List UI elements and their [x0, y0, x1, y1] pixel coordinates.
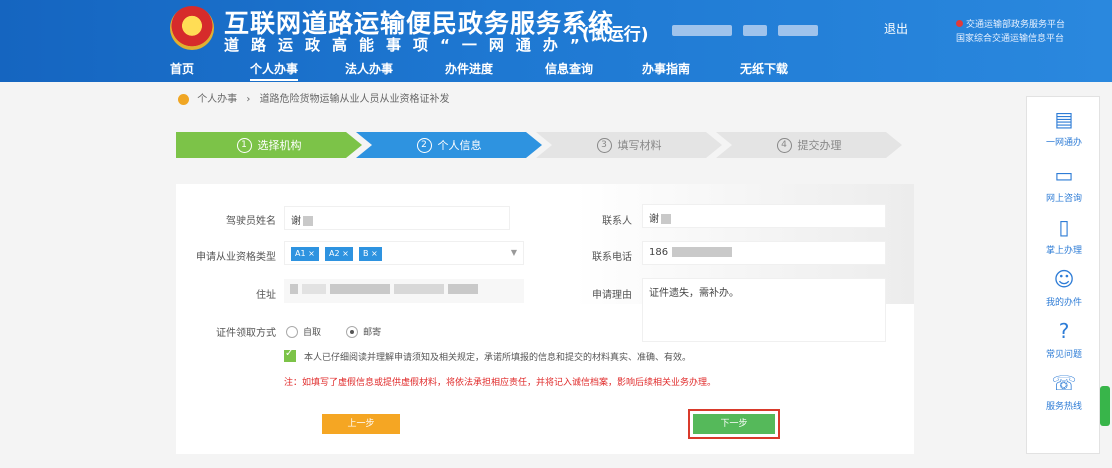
step-3-number: 3	[596, 137, 612, 153]
agree-checkbox[interactable]	[284, 348, 296, 362]
receive-option-pickup-label: 自取	[303, 328, 322, 338]
nav-progress[interactable]: 办件进度	[445, 60, 493, 77]
nav-guide[interactable]: 办事指南	[642, 60, 690, 77]
receive-option-mail-label: 邮寄	[363, 328, 382, 338]
remark-textarea[interactable]: 证件遗失，需补办。	[642, 278, 886, 342]
home-icon	[178, 93, 189, 105]
address-label: 住址	[256, 290, 276, 301]
sidebar-item-label: 一网通办	[1045, 138, 1082, 148]
remark-label: 申请理由	[592, 290, 632, 301]
step-4-number: 4	[776, 137, 792, 153]
step-1: 1 选择机构	[176, 132, 362, 158]
corner-notice-line-1: 交通运输部政务服务平台	[966, 20, 1066, 30]
notice-dot-icon	[956, 20, 963, 27]
site-subtitle: 道路运政高能事项“一网通办”	[224, 36, 592, 54]
sidebar-item-my-cases[interactable]: ☺ 我的办件	[1027, 267, 1101, 308]
nav-personal[interactable]: 个人办事	[250, 60, 299, 81]
chevron-down-icon: ▼	[510, 248, 517, 257]
agree-text: 本人已仔细阅读并理解申请须知及相关规定，承诺所填报的信息和提交的材料真实、准确、…	[304, 353, 692, 363]
phone-redaction	[672, 247, 733, 257]
nav-download[interactable]: 无纸下载	[740, 60, 788, 77]
sidebar-item-faq[interactable]: ? 常见问题	[1027, 319, 1101, 360]
prev-button[interactable]: 上一步	[322, 414, 400, 434]
address-redaction-4	[394, 284, 444, 294]
receive-option-pickup-radio[interactable]	[286, 325, 298, 338]
user-detail-redacted	[778, 25, 819, 36]
breadcrumb-current: 道路危险货物运输从业人员从业资格证补发	[259, 94, 450, 105]
type-tag-a2[interactable]: A2 ×	[325, 247, 353, 261]
address-redaction-3	[330, 284, 390, 294]
document-icon: ▤	[1054, 107, 1074, 131]
progress-steps: 1 选择机构 2 个人信息 3 填写材料 4 提交办理	[176, 132, 916, 158]
contact-input[interactable]: 谢	[642, 204, 886, 228]
sidebar-item-label: 我的办件	[1045, 298, 1082, 308]
next-button[interactable]: 下一步	[693, 414, 775, 434]
contact-redaction	[661, 214, 671, 224]
question-icon: ?	[1058, 319, 1070, 343]
step-4: 4 提交办理	[716, 132, 902, 158]
step-4-label: 提交办理	[797, 139, 842, 152]
corner-notice-line-2: 国家综合交通运输信息平台	[956, 34, 1065, 44]
breadcrumb: 个人办事 › 道路危险货物运输从业人员从业资格证补发	[178, 90, 450, 105]
sidebar-scroll-handle[interactable]	[1100, 386, 1110, 426]
warning-text: 注：如填写了虚假信息或提供虚假材料，将依法承担相应责任，并将记入诚信档案，影响后…	[284, 378, 717, 388]
quick-access-sidebar: ▤ 一网通办 ▭ 网上咨询 ▯ 掌上办理 ☺ 我的办件 ? 常见问题 ☏ 服务热…	[1026, 96, 1100, 454]
receive-options: 自取 邮寄	[286, 321, 401, 340]
user-id-redacted	[743, 25, 768, 36]
step-1-number: 1	[236, 137, 252, 153]
contact-label: 联系人	[602, 216, 632, 227]
receive-label: 证件领取方式	[216, 328, 276, 339]
address-redaction-5	[448, 284, 478, 294]
applicant-redaction	[303, 216, 313, 226]
nav-home[interactable]: 首页	[170, 60, 194, 77]
contact-value: 谢	[649, 214, 659, 225]
chat-icon: ▭	[1054, 163, 1074, 187]
step-1-label: 选择机构	[257, 139, 302, 152]
phone-value: 186	[649, 247, 669, 258]
applicant-label: 驾驶员姓名	[226, 216, 276, 227]
address-redaction-1	[290, 284, 298, 294]
sidebar-item-consult[interactable]: ▭ 网上咨询	[1027, 163, 1101, 204]
applicant-value: 谢	[291, 216, 301, 227]
step-3-label: 填写材料	[617, 139, 662, 152]
personal-info-form: 驾驶员姓名 谢 联系人 谢 申请从业资格类型 A1 × A2 × B × ▼ 联…	[176, 184, 914, 454]
type-tag-a1[interactable]: A1 ×	[291, 247, 319, 261]
sidebar-item-label: 服务热线	[1045, 402, 1082, 412]
type-select[interactable]: A1 × A2 × B × ▼	[284, 241, 524, 265]
address-input[interactable]	[284, 279, 524, 303]
phone-label: 联系电话	[592, 252, 632, 263]
receive-option-mail-radio[interactable]	[346, 325, 359, 338]
applicant-input[interactable]: 谢	[284, 206, 510, 230]
user-name-redacted	[672, 25, 732, 36]
trial-badge: (试运行)	[582, 25, 649, 45]
user-info[interactable]	[672, 20, 872, 36]
nav-corporate[interactable]: 法人办事	[345, 60, 393, 77]
step-2-label: 个人信息	[437, 139, 482, 152]
person-search-icon: ☺	[1053, 267, 1075, 291]
remark-value: 证件遗失，需补办。	[649, 288, 739, 299]
national-emblem-icon	[170, 6, 214, 50]
sidebar-item-mobile[interactable]: ▯ 掌上办理	[1027, 215, 1101, 256]
phone-device-icon: ▯	[1058, 215, 1070, 239]
telephone-icon: ☏	[1051, 371, 1077, 395]
type-label: 申请从业资格类型	[196, 252, 276, 263]
breadcrumb-separator: ›	[246, 94, 251, 105]
step-2-number: 2	[416, 137, 432, 153]
address-redaction-2	[302, 284, 326, 294]
corner-notice[interactable]: 交通运输部政务服务平台 国家综合交通运输信息平台	[956, 18, 1096, 46]
sidebar-item-label: 掌上办理	[1045, 246, 1082, 256]
sidebar-item-label: 网上咨询	[1045, 194, 1082, 204]
sidebar-item-hotline[interactable]: ☏ 服务热线	[1027, 371, 1101, 412]
step-3: 3 填写材料	[536, 132, 722, 158]
site-header: 互联网道路运输便民政务服务系统 道路运政高能事项“一网通办” (试运行) 退出 …	[0, 0, 1112, 82]
logout-link[interactable]: 退出	[884, 20, 908, 37]
next-button-highlight: 下一步	[688, 409, 780, 439]
type-tag-b[interactable]: B ×	[359, 247, 382, 261]
sidebar-item-label: 常见问题	[1045, 350, 1082, 360]
breadcrumb-home[interactable]: 个人办事	[197, 94, 237, 105]
phone-input[interactable]: 186	[642, 241, 886, 265]
nav-query[interactable]: 信息查询	[545, 60, 593, 77]
step-2: 2 个人信息	[356, 132, 542, 158]
sidebar-item-one-stop[interactable]: ▤ 一网通办	[1027, 107, 1101, 148]
